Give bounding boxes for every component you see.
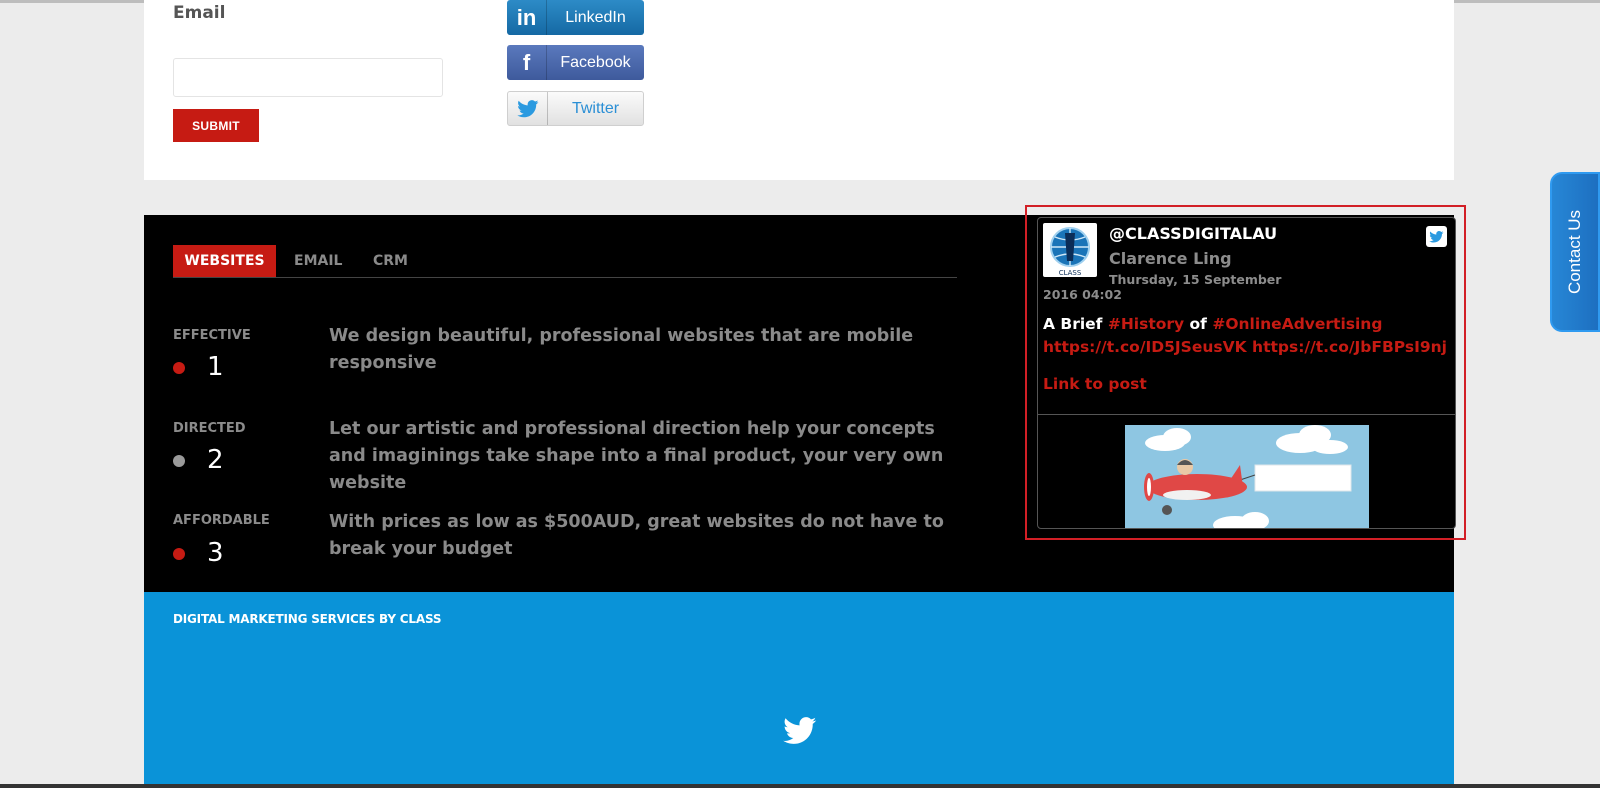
tweet-date: Thursday, 15 September	[1109, 272, 1282, 287]
feature-bullet-dot	[173, 362, 185, 374]
footer-title: DIGITAL MARKETING SERVICES BY CLASS	[173, 612, 442, 626]
email-input[interactable]	[173, 58, 443, 97]
feature-number: 3	[207, 538, 224, 568]
feature-label: DIRECTED	[173, 421, 246, 436]
footer-twitter-icon[interactable]	[783, 717, 817, 745]
bottom-border	[0, 784, 1600, 788]
tweet-divider	[1038, 414, 1455, 415]
feature-text: Let our artistic and professional direct…	[329, 419, 944, 493]
feature-bullet-dot	[173, 548, 185, 560]
feature-label: AFFORDABLE	[173, 513, 270, 528]
twitter-bird-icon[interactable]	[1426, 226, 1447, 247]
facebook-share-button[interactable]: f Facebook	[507, 45, 644, 80]
feature-label: EFFECTIVE	[173, 328, 251, 343]
contact-us-tab[interactable]: Contact Us	[1550, 172, 1600, 332]
linkedin-label: LinkedIn	[565, 8, 626, 26]
tweet-media-image[interactable]	[1125, 425, 1369, 528]
tweet-text-part: A Brief	[1043, 315, 1108, 333]
email-label: Email	[173, 3, 226, 23]
tab-email[interactable]: EMAIL	[294, 245, 342, 277]
avatar-caption: CLASS	[1059, 269, 1082, 277]
feature-text: With prices as low as $500AUD, great web…	[329, 512, 944, 559]
tab-websites[interactable]: WEBSITES	[173, 245, 276, 277]
tweet-time: 2016 04:02	[1043, 287, 1122, 302]
feature-number: 1	[207, 352, 224, 382]
facebook-icon: f	[507, 45, 547, 80]
tweet-url-link[interactable]: https://t.co/ID5JSeusVK	[1043, 338, 1247, 356]
tweet-url-link[interactable]: https://t.co/JbFBPsI9nj	[1252, 338, 1447, 356]
tweet-author-name: Clarence Ling	[1109, 249, 1232, 268]
tweet-text-part: of	[1184, 315, 1213, 333]
tweet-text: A Brief #History of #OnlineAdvertising h…	[1043, 313, 1448, 359]
link-to-post[interactable]: Link to post	[1043, 375, 1147, 393]
hashtag-online-advertising-link[interactable]: #OnlineAdvertising	[1212, 315, 1382, 333]
facebook-label: Facebook	[560, 53, 631, 71]
feature-bullet-dot	[173, 455, 185, 467]
twitter-label: Twitter	[571, 99, 620, 117]
linkedin-share-button[interactable]: in LinkedIn	[507, 0, 644, 35]
submit-button[interactable]: SUBMIT	[173, 109, 259, 142]
feature-number: 2	[207, 445, 224, 475]
twitter-share-button[interactable]: Twitter	[507, 91, 644, 126]
tab-crm[interactable]: CRM	[373, 245, 408, 277]
feature-text: We design beautiful, professional websit…	[329, 326, 914, 373]
linkedin-icon: in	[507, 0, 547, 35]
hashtag-history-link[interactable]: #History	[1108, 315, 1184, 333]
tweet-handle[interactable]: @CLASSDIGITALAU	[1109, 224, 1277, 243]
tweet-card[interactable]: CLASS @CLASSDIGITALAU Clarence Ling Thur…	[1037, 217, 1456, 529]
avatar[interactable]: CLASS	[1043, 223, 1097, 277]
services-tabs: WEBSITES EMAIL CRM	[173, 245, 957, 278]
twitter-bird-icon	[508, 92, 548, 125]
contact-us-label: Contact Us	[1565, 209, 1584, 295]
